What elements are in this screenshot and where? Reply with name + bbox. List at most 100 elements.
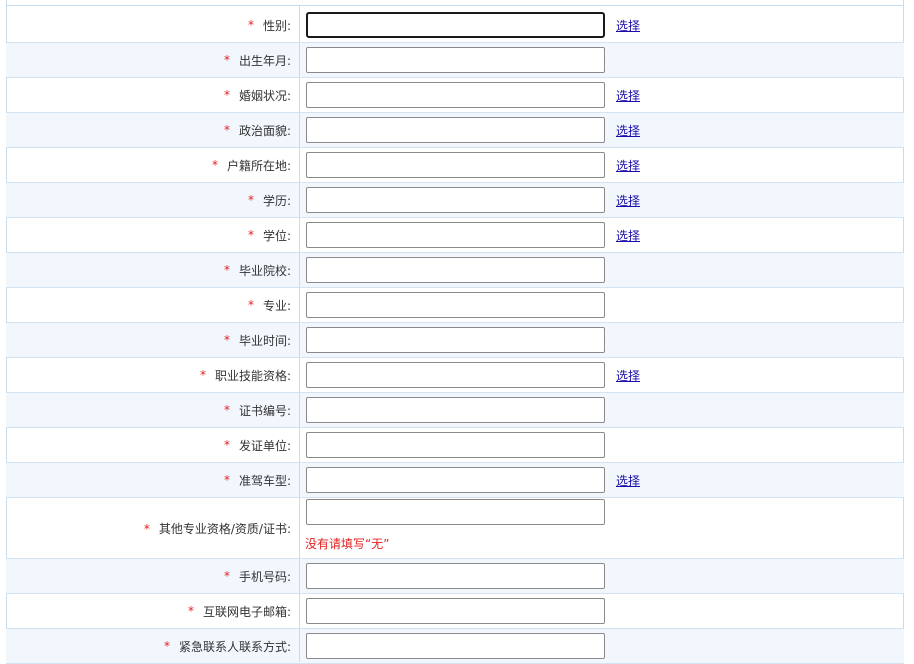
education-input[interactable] <box>306 187 605 213</box>
mobile-number-label: 手机号码: <box>238 569 291 584</box>
major-input[interactable] <box>306 292 605 318</box>
required-mark: * <box>223 438 230 452</box>
certificate-number-label: 证书编号: <box>238 403 291 418</box>
household-registration-choose-link[interactable]: 选择 <box>616 157 640 174</box>
field-input-cell: 选择 <box>299 12 640 38</box>
form-row-graduated-school: * 毕业院校: <box>6 253 904 288</box>
required-mark: * <box>223 333 230 347</box>
major-label: 专业: <box>262 298 291 313</box>
marital-status-input[interactable] <box>306 82 605 108</box>
email-input[interactable] <box>306 598 605 624</box>
required-mark: * <box>223 473 230 487</box>
field-input-cell <box>299 633 605 659</box>
driving-license-class-choose-link[interactable]: 选择 <box>616 472 640 489</box>
form-row-vocational-qualification: * 职业技能资格: 选择 <box>6 358 904 393</box>
required-mark: * <box>143 521 150 536</box>
field-label-cell: * 学位: <box>6 227 299 244</box>
form-row-major: * 专业: <box>6 288 904 323</box>
form-row-birth-date: * 出生年月: <box>6 43 904 78</box>
form-row-mobile-number: * 手机号码: <box>6 559 904 594</box>
gender-input[interactable] <box>306 12 605 38</box>
field-input-cell: 选择 <box>299 152 640 178</box>
form-row-household-registration: * 户籍所在地: 选择 <box>6 148 904 183</box>
field-label-cell: * 性别: <box>6 17 299 34</box>
required-mark: * <box>187 604 194 618</box>
field-label-cell: * 户籍所在地: <box>6 157 299 174</box>
field-label-cell: * 专业: <box>6 297 299 314</box>
graduated-school-input[interactable] <box>306 257 605 283</box>
marital-status-label: 婚姻状况: <box>238 88 291 103</box>
political-status-input[interactable] <box>306 117 605 143</box>
graduation-date-label: 毕业时间: <box>238 333 291 348</box>
education-label: 学历: <box>262 193 291 208</box>
birth-date-input[interactable] <box>306 47 605 73</box>
field-input-cell <box>299 598 605 624</box>
table-top-border <box>6 5 904 6</box>
degree-choose-link[interactable]: 选择 <box>616 227 640 244</box>
required-mark: * <box>223 88 230 102</box>
required-mark: * <box>199 368 206 382</box>
emergency-contact-input[interactable] <box>306 633 605 659</box>
field-input-cell: 选择 <box>299 467 640 493</box>
field-input-cell: 选择 <box>299 117 640 143</box>
graduated-school-label: 毕业院校: <box>238 263 291 278</box>
marital-status-choose-link[interactable]: 选择 <box>616 87 640 104</box>
form-row-political-status: * 政治面貌: 选择 <box>6 113 904 148</box>
field-label-cell: * 发证单位: <box>6 437 299 454</box>
required-mark: * <box>223 53 230 67</box>
form-row-driving-license-class: * 准驾车型: 选择 <box>6 463 904 498</box>
field-label-cell: * 紧急联系人联系方式: <box>6 638 299 655</box>
field-input-cell <box>299 292 605 318</box>
required-mark: * <box>247 228 254 242</box>
required-mark: * <box>223 403 230 417</box>
certificate-number-input[interactable] <box>306 397 605 423</box>
field-label-cell: * 出生年月: <box>6 52 299 69</box>
field-input-cell: 选择 <box>299 187 640 213</box>
field-label-cell: * 准驾车型: <box>6 472 299 489</box>
field-input-cell: 没有请填写“无” <box>299 498 605 552</box>
field-label-cell: * 互联网电子邮箱: <box>6 603 299 620</box>
field-label-cell: * 其他专业资格/资质/证书: <box>6 520 299 537</box>
column-divider <box>299 5 300 662</box>
field-input-cell <box>299 327 605 353</box>
required-mark: * <box>223 123 230 137</box>
issuing-authority-label: 发证单位: <box>238 438 291 453</box>
mobile-number-input[interactable] <box>306 563 605 589</box>
email-label: 互联网电子邮箱: <box>202 604 291 619</box>
household-registration-label: 户籍所在地: <box>226 158 291 173</box>
field-label-cell: * 毕业时间: <box>6 332 299 349</box>
required-mark: * <box>247 18 254 32</box>
form-table: * 性别: 选择 * 出生年月: * 婚姻状况: 选择 * 政治面貌: 选择 *… <box>6 8 904 664</box>
field-label-cell: * 毕业院校: <box>6 262 299 279</box>
birth-date-label: 出生年月: <box>238 53 291 68</box>
education-choose-link[interactable]: 选择 <box>616 192 640 209</box>
driving-license-class-label: 准驾车型: <box>238 473 291 488</box>
vocational-qualification-label: 职业技能资格: <box>214 368 291 383</box>
required-mark: * <box>163 639 170 653</box>
field-input-cell <box>299 257 605 283</box>
driving-license-class-input[interactable] <box>306 467 605 493</box>
field-input-cell: 选择 <box>299 82 640 108</box>
vocational-qualification-input[interactable] <box>306 362 605 388</box>
form-row-graduation-date: * 毕业时间: <box>6 323 904 358</box>
emergency-contact-label: 紧急联系人联系方式: <box>178 639 291 654</box>
political-status-choose-link[interactable]: 选择 <box>616 122 640 139</box>
gender-choose-link[interactable]: 选择 <box>616 17 640 34</box>
political-status-label: 政治面貌: <box>238 123 291 138</box>
issuing-authority-input[interactable] <box>306 432 605 458</box>
required-mark: * <box>223 569 230 583</box>
degree-input[interactable] <box>306 222 605 248</box>
household-registration-input[interactable] <box>306 152 605 178</box>
form-row-issuing-authority: * 发证单位: <box>6 428 904 463</box>
required-mark: * <box>211 158 218 172</box>
vocational-qualification-choose-link[interactable]: 选择 <box>616 367 640 384</box>
field-input-cell <box>299 432 605 458</box>
field-label-cell: * 婚姻状况: <box>6 87 299 104</box>
form-row-marital-status: * 婚姻状况: 选择 <box>6 78 904 113</box>
form-row-degree: * 学位: 选择 <box>6 218 904 253</box>
graduation-date-input[interactable] <box>306 327 605 353</box>
other-qualifications-input[interactable] <box>306 499 605 525</box>
form-row-gender: * 性别: 选择 <box>6 8 904 43</box>
other-qualifications-hint: 没有请填写“无” <box>305 537 390 551</box>
field-input-cell <box>299 563 605 589</box>
